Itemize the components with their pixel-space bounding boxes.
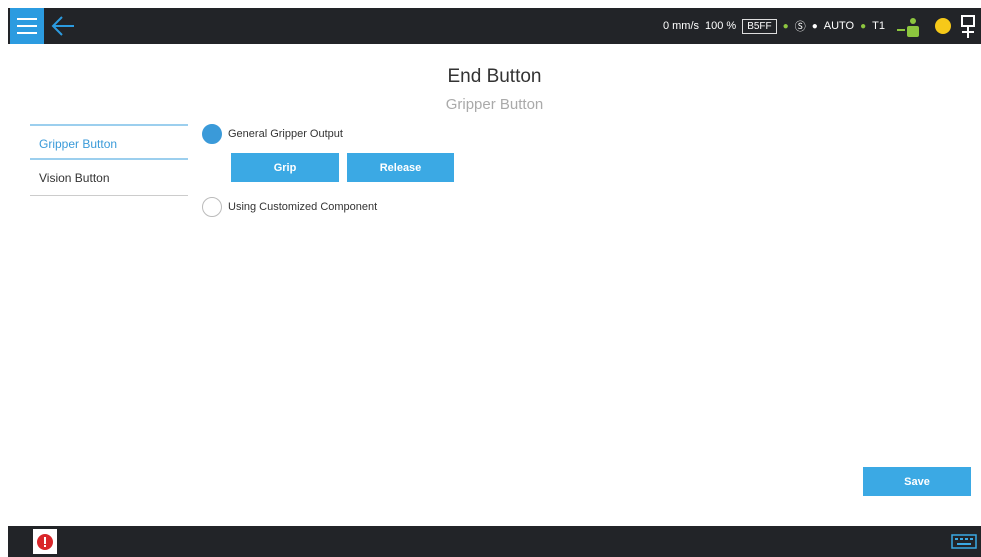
status-dot-icon: ●	[811, 20, 818, 32]
servo-icon: Ⓢ	[794, 21, 806, 33]
top-bar: 0 mm/s 100 % B5FF ● Ⓢ ● AUTO ● T1	[8, 8, 981, 44]
bottom-bar	[8, 526, 981, 557]
general-gripper-option[interactable]: General Gripper Output	[202, 124, 343, 144]
page-subtitle: Gripper Button	[445, 96, 544, 113]
general-gripper-radio[interactable]	[202, 124, 222, 144]
pendant-icon[interactable]	[959, 14, 977, 40]
status-area: 0 mm/s 100 % B5FF ● Ⓢ ● AUTO ● T1	[663, 8, 885, 44]
back-arrow-icon[interactable]	[48, 12, 78, 40]
mode-label: AUTO	[823, 20, 855, 32]
status-dot-icon: ●	[860, 20, 867, 32]
sidebar-item-gripper-button[interactable]: Gripper Button	[30, 124, 188, 160]
app-window: 0 mm/s 100 % B5FF ● Ⓢ ● AUTO ● T1 End Bu…	[8, 0, 981, 557]
speed-readout: 0 mm/s	[662, 20, 699, 32]
code-box[interactable]: B5FF	[742, 18, 777, 34]
sidebar-item-vision-button[interactable]: Vision Button	[30, 160, 188, 196]
keyboard-icon[interactable]	[951, 534, 977, 549]
status-dot-icon: ●	[782, 20, 789, 32]
override-readout: 100 %	[705, 20, 737, 32]
page-title: End Button	[447, 66, 542, 87]
status-light-icon	[935, 18, 951, 34]
sidebar: Gripper Button Vision Button	[30, 124, 188, 196]
tool-label: T1	[872, 20, 885, 32]
menu-icon[interactable]	[10, 8, 44, 44]
release-button[interactable]: Release	[347, 153, 454, 182]
custom-component-radio[interactable]	[202, 197, 222, 217]
custom-component-option[interactable]: Using Customized Component	[202, 197, 377, 217]
custom-component-label: Using Customized Component	[228, 201, 378, 213]
general-gripper-label: General Gripper Output	[228, 128, 343, 140]
robot-icon[interactable]	[897, 16, 923, 38]
grip-button[interactable]: Grip	[231, 153, 339, 182]
alert-icon[interactable]	[32, 528, 58, 555]
save-button[interactable]: Save	[863, 467, 971, 496]
